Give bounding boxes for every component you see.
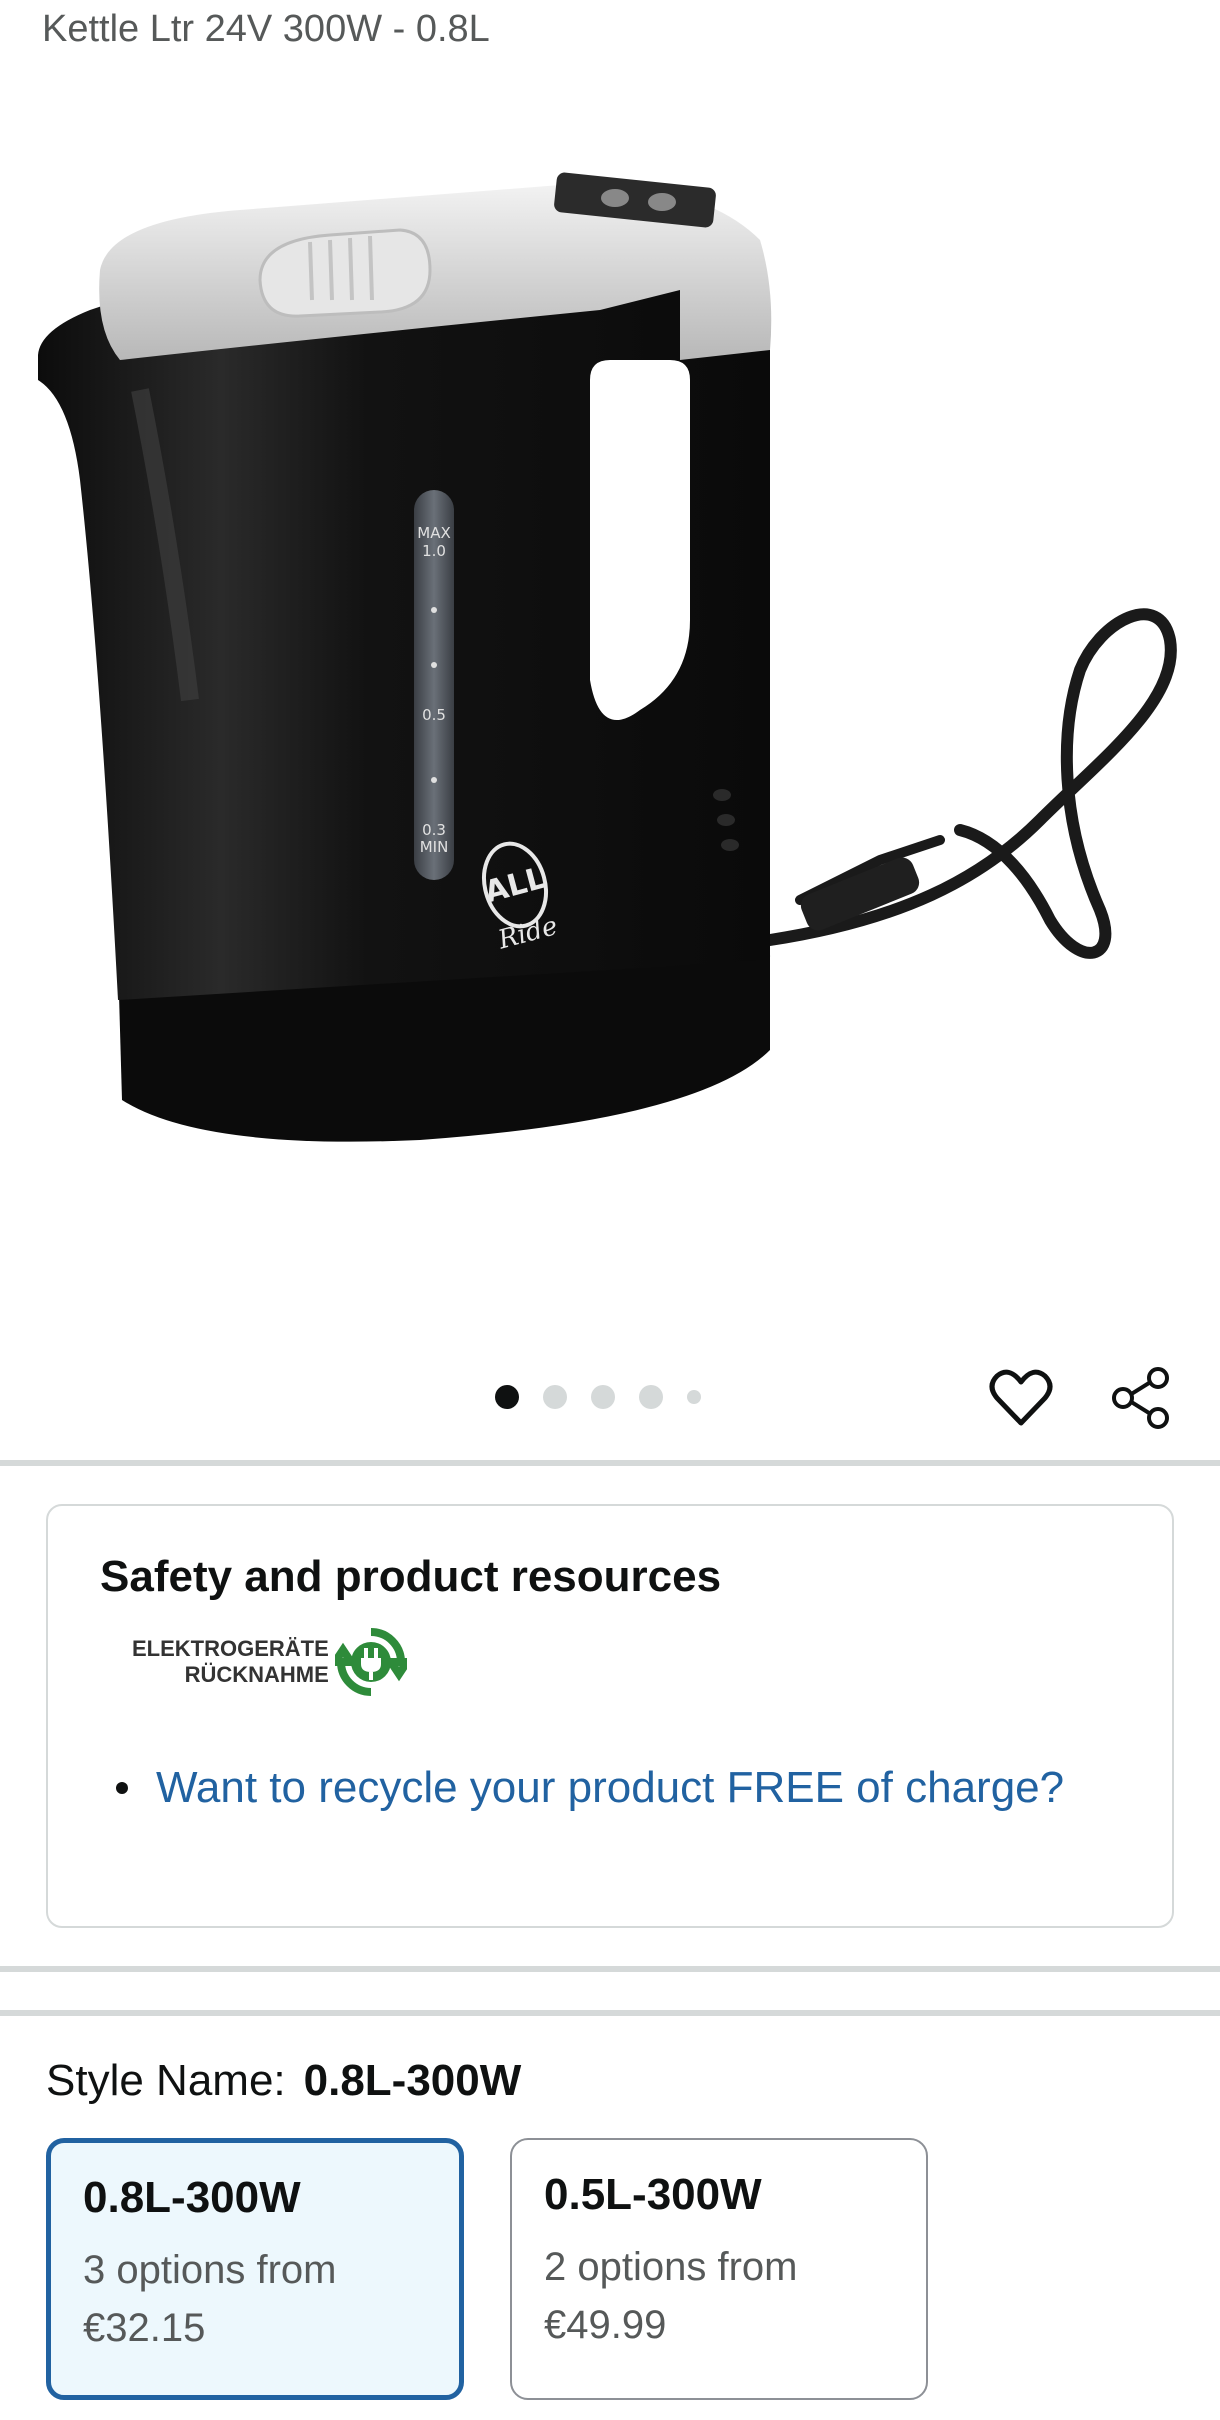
recycle-plug-icon: [334, 1628, 407, 1696]
wishlist-button[interactable]: [985, 1362, 1057, 1434]
style-name-value: 0.8L-300W: [303, 2056, 522, 2105]
option-name: 0.8L-300W: [83, 2173, 301, 2222]
scale-03-label: 0.3: [422, 821, 446, 839]
image-carousel-indicator[interactable]: [495, 1383, 701, 1411]
safety-resources-card: Safety and product resources ELEKTROGERÄ…: [46, 1504, 1174, 1928]
scale-05-label: 0.5: [422, 706, 446, 724]
option-name: 0.5L-300W: [544, 2170, 762, 2219]
recycle-logo: ELEKTROGERÄTE RÜCKNAHME: [132, 1626, 407, 1698]
recycle-link[interactable]: Want to recycle your product FREE of cha…: [156, 1758, 1064, 1818]
carousel-dot[interactable]: [591, 1385, 615, 1409]
carousel-dot[interactable]: [639, 1385, 663, 1409]
option-count: 2 options from: [544, 2245, 798, 2289]
share-button[interactable]: [1105, 1362, 1177, 1434]
section-divider: [0, 1966, 1220, 1972]
recycle-logo-line2: RÜCKNAHME: [184, 1662, 329, 1687]
carousel-dot[interactable]: [543, 1385, 567, 1409]
safety-heading: Safety and product resources: [100, 1552, 722, 1601]
recycle-logo-line1: ELEKTROGERÄTE: [132, 1636, 329, 1661]
scale-1-label: 1.0: [422, 542, 446, 560]
style-option-0-8l[interactable]: 0.8L-300W 3 options from €32.15: [46, 2138, 464, 2400]
section-divider: [0, 2010, 1220, 2016]
scale-max-label: MAX: [417, 524, 450, 542]
heart-icon: [989, 1369, 1053, 1426]
carousel-dot[interactable]: [687, 1390, 701, 1404]
product-title: Kettle Ltr 24V 300W - 0.8L: [42, 8, 490, 50]
scale-min-label: MIN: [420, 838, 449, 856]
option-count: 3 options from: [83, 2248, 337, 2292]
carousel-dot[interactable]: [495, 1385, 519, 1409]
product-image[interactable]: MAX 1.0 0.5 0.3 MIN ALL Ride: [0, 60, 1220, 1360]
share-icon: [1112, 1367, 1169, 1429]
style-option-0-5l[interactable]: 0.5L-300W 2 options from €49.99: [510, 2138, 928, 2400]
style-name-label: Style Name:: [46, 2056, 286, 2105]
style-name-row: Style Name: 0.8L-300W: [46, 2056, 521, 2106]
section-divider: [0, 1460, 1220, 1466]
option-price: €49.99: [544, 2303, 667, 2347]
option-price: €32.15: [83, 2306, 206, 2350]
bullet: [116, 1782, 128, 1794]
